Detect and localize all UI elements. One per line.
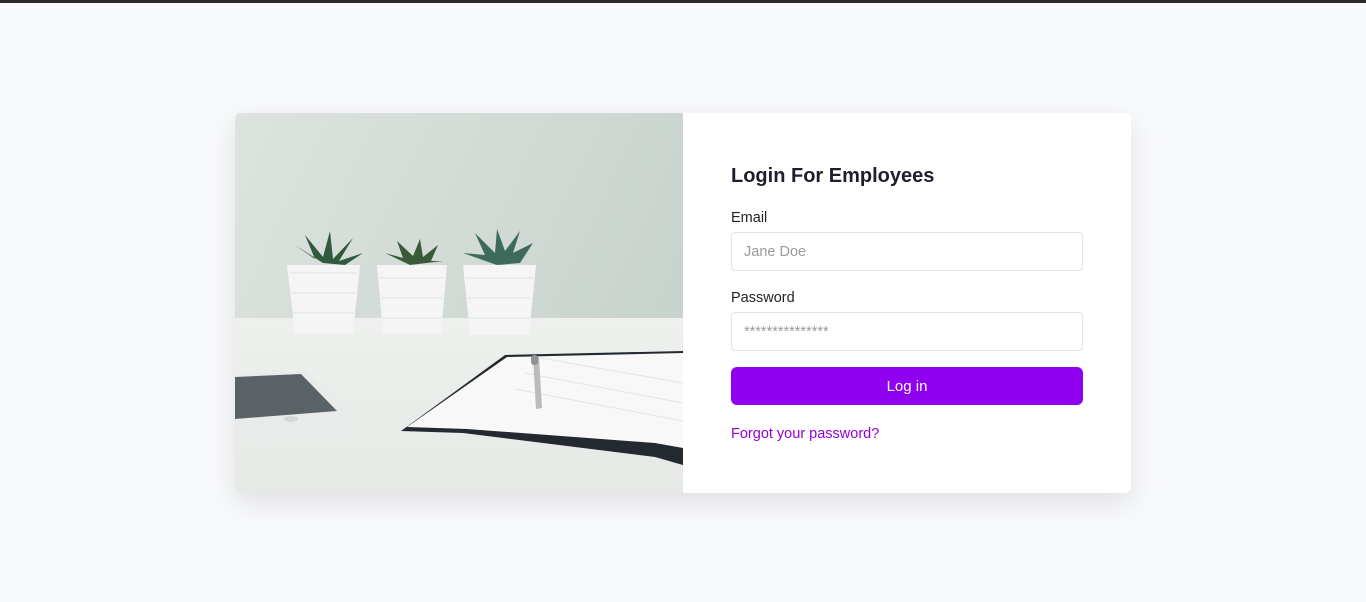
email-label: Email: [731, 210, 768, 226]
page-title: Login For Employees: [731, 165, 935, 187]
login-card: Login For Employees Email Password Log i…: [235, 113, 1131, 493]
hero-image: [235, 113, 684, 493]
password-input[interactable]: [731, 312, 1083, 351]
forgot-password-link[interactable]: Forgot your password?: [731, 426, 879, 442]
login-button[interactable]: Log in: [731, 367, 1083, 405]
email-input[interactable]: [731, 232, 1083, 271]
login-form: Login For Employees Email Password Log i…: [683, 113, 1131, 493]
password-label: Password: [731, 290, 795, 306]
